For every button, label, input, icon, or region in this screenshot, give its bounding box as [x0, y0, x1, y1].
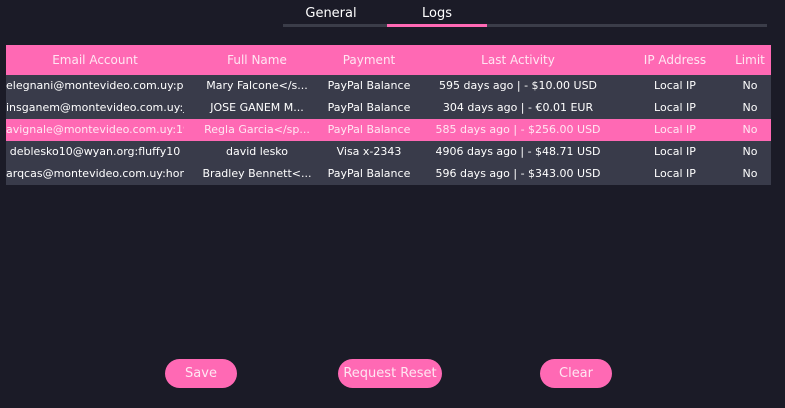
tab-bar: General Logs: [0, 0, 785, 28]
cell-payment: PayPal Balance: [327, 101, 411, 114]
cell-full-name: david lesko: [225, 145, 289, 158]
cell-ip-address: Local IP: [654, 123, 696, 136]
cell-limit: No: [742, 123, 758, 136]
cell-last-activity: 4906 days ago | - $48.71 USD: [435, 145, 601, 158]
table-row-selected[interactable]: avignale@montevideo.com.uy:1965lara Regl…: [6, 119, 771, 141]
table-row[interactable]: insganem@montevideo.com.uy:je2609... JOS…: [6, 97, 771, 119]
cell-email-account: arqcas@montevideo.com.uy:homero12: [6, 167, 184, 180]
cell-payment: PayPal Balance: [327, 167, 411, 180]
header-payment[interactable]: Payment: [315, 45, 423, 75]
cell-email-account: insganem@montevideo.com.uy:je2609...: [6, 101, 184, 114]
cell-limit: No: [742, 167, 758, 180]
cell-email-account: avignale@montevideo.com.uy:1965lara: [6, 123, 184, 136]
cell-last-activity: 585 days ago | - $256.00 USD: [435, 123, 601, 136]
cell-payment: PayPal Balance: [327, 123, 411, 136]
save-button[interactable]: Save: [165, 359, 237, 388]
cell-full-name: Bradley Bennett<...: [202, 167, 312, 180]
header-email-account[interactable]: Email Account: [6, 45, 184, 75]
cell-last-activity: 596 days ago | - $343.00 USD: [435, 167, 601, 180]
tab-divider: [283, 24, 767, 27]
header-full-name[interactable]: Full Name: [199, 45, 315, 75]
table-row[interactable]: arqcas@montevideo.com.uy:homero12 Bradle…: [6, 163, 771, 185]
tab-active-indicator: [387, 24, 487, 27]
logs-table: Email Account Full Name Payment Last Act…: [6, 45, 771, 185]
header-last-activity[interactable]: Last Activity: [426, 45, 610, 75]
cell-ip-address: Local IP: [654, 79, 696, 92]
cell-full-name: Regla Garcia</sp...: [204, 123, 310, 136]
cell-limit: No: [742, 101, 758, 114]
header-ip-address[interactable]: IP Address: [610, 45, 740, 75]
tab-logs[interactable]: Logs: [387, 5, 487, 23]
cell-limit: No: [742, 145, 758, 158]
table-header: Email Account Full Name Payment Last Act…: [6, 45, 771, 75]
table-row[interactable]: elegnani@montevideo.com.uy:puncho1 Mary …: [6, 75, 771, 97]
cell-last-activity: 595 days ago | - $10.00 USD: [438, 79, 598, 92]
table-row[interactable]: deblesko10@wyan.org:fluffy10 david lesko…: [6, 141, 771, 163]
header-limit[interactable]: Limit: [734, 45, 766, 75]
tab-general[interactable]: General: [286, 5, 376, 23]
cell-ip-address: Local IP: [654, 167, 696, 180]
cell-ip-address: Local IP: [654, 145, 696, 158]
cell-full-name: Mary Falcone</s...: [206, 79, 308, 92]
cell-email-account: deblesko10@wyan.org:fluffy10: [9, 145, 181, 158]
cell-ip-address: Local IP: [654, 101, 696, 114]
cell-limit: No: [742, 79, 758, 92]
clear-button[interactable]: Clear: [540, 359, 612, 388]
cell-payment: PayPal Balance: [327, 79, 411, 92]
cell-email-account: elegnani@montevideo.com.uy:puncho1: [6, 79, 184, 92]
request-reset-button[interactable]: Request Reset: [338, 359, 442, 388]
cell-full-name: JOSE GANEM M...: [210, 101, 304, 114]
cell-payment: Visa x-2343: [336, 145, 402, 158]
cell-last-activity: 304 days ago | - €0.01 EUR: [442, 101, 594, 114]
